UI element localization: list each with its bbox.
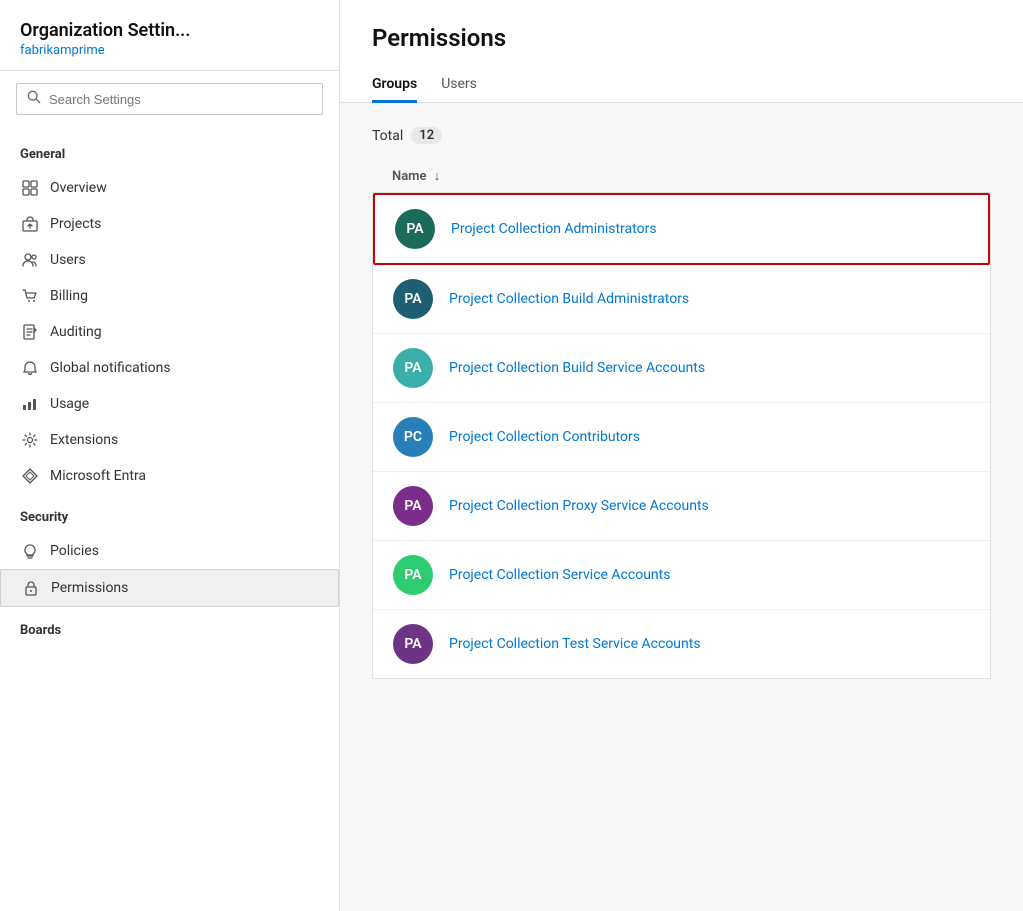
sidebar-item-overview-label: Overview	[50, 180, 107, 196]
group-list: PA Project Collection Administrators PA Pro…	[372, 192, 991, 679]
group-name-label[interactable]: Project Collection Build Administrators	[449, 291, 689, 307]
gear-icon	[20, 430, 40, 450]
group-row[interactable]: PA Project Collection Build Administrator…	[373, 265, 990, 334]
avatar: PA	[393, 348, 433, 388]
group-name-label[interactable]: Project Collection Contributors	[449, 429, 640, 445]
avatar: PA	[393, 624, 433, 664]
sidebar-item-permissions-label: Permissions	[51, 580, 128, 596]
group-name-label[interactable]: Project Collection Build Service Account…	[449, 360, 705, 376]
total-count-badge: 12	[411, 127, 442, 144]
avatar: PA	[395, 209, 435, 249]
search-input[interactable]	[49, 92, 312, 107]
sidebar-item-billing-label: Billing	[50, 288, 88, 304]
sidebar-item-usage-label: Usage	[50, 396, 89, 412]
total-label: Total	[372, 128, 403, 144]
tabs-bar: Groups Users	[372, 68, 991, 102]
sidebar-item-overview[interactable]: Overview	[0, 170, 339, 206]
sidebar-item-permissions[interactable]: Permissions	[0, 569, 339, 607]
avatar: PA	[393, 486, 433, 526]
group-name-label[interactable]: Project Collection Administrators	[451, 221, 657, 237]
avatar: PC	[393, 417, 433, 457]
sidebar-item-users[interactable]: Users	[0, 242, 339, 278]
section-security-label: Security	[0, 494, 339, 533]
sidebar-item-billing[interactable]: Billing	[0, 278, 339, 314]
section-general-label: General	[0, 131, 339, 170]
search-icon	[27, 90, 41, 108]
search-box[interactable]	[16, 83, 323, 115]
sidebar-item-usage[interactable]: Usage	[0, 386, 339, 422]
main-body: Total 12 Name ↓ PA Project Collection Adm…	[340, 103, 1023, 911]
column-name-label: Name ↓	[392, 168, 440, 184]
total-bar: Total 12	[372, 127, 991, 144]
group-row[interactable]: PA Project Collection Test Service Accoun…	[373, 610, 990, 678]
group-name-label[interactable]: Project Collection Service Accounts	[449, 567, 670, 583]
bulb-icon	[20, 541, 40, 561]
org-subtitle: fabrikamprime	[20, 43, 319, 58]
group-row[interactable]: PC Project Collection Contributors	[373, 403, 990, 472]
sidebar: Organization Settin... fabrikamprime Gen…	[0, 0, 340, 911]
chart-icon	[20, 394, 40, 414]
bell-icon	[20, 358, 40, 378]
lock-icon	[21, 578, 41, 598]
sidebar-item-projects-label: Projects	[50, 216, 101, 232]
main-header: Permissions Groups Users	[340, 0, 1023, 103]
tab-users[interactable]: Users	[441, 68, 477, 103]
page-title: Permissions	[372, 24, 991, 52]
sidebar-item-global-notifications-label: Global notifications	[50, 360, 171, 376]
sidebar-item-auditing-label: Auditing	[50, 324, 102, 340]
sidebar-item-policies-label: Policies	[50, 543, 99, 559]
group-name-label[interactable]: Project Collection Test Service Accounts	[449, 636, 701, 652]
doc-icon	[20, 322, 40, 342]
sidebar-item-extensions-label: Extensions	[50, 432, 118, 448]
sidebar-item-microsoft-entra-label: Microsoft Entra	[50, 468, 146, 484]
group-row[interactable]: PA Project Collection Administrators	[373, 193, 990, 265]
sort-arrow-icon: ↓	[434, 169, 441, 184]
group-row[interactable]: PA Project Collection Service Accounts	[373, 541, 990, 610]
section-boards-label: Boards	[0, 607, 339, 646]
sidebar-item-extensions[interactable]: Extensions	[0, 422, 339, 458]
avatar: PA	[393, 555, 433, 595]
sidebar-item-users-label: Users	[50, 252, 86, 268]
table-header: Name ↓	[372, 160, 991, 192]
org-title: Organization Settin...	[20, 20, 319, 41]
sidebar-header: Organization Settin... fabrikamprime	[0, 0, 339, 71]
grid-icon	[20, 178, 40, 198]
group-row[interactable]: PA Project Collection Proxy Service Accou…	[373, 472, 990, 541]
group-row[interactable]: PA Project Collection Build Service Accou…	[373, 334, 990, 403]
group-name-label[interactable]: Project Collection Proxy Service Account…	[449, 498, 709, 514]
sidebar-item-policies[interactable]: Policies	[0, 533, 339, 569]
upload-box-icon	[20, 214, 40, 234]
main-content: Permissions Groups Users Total 12 Name ↓…	[340, 0, 1023, 911]
tab-groups[interactable]: Groups	[372, 68, 417, 103]
sidebar-item-auditing[interactable]: Auditing	[0, 314, 339, 350]
diamond-icon	[20, 466, 40, 486]
sidebar-item-microsoft-entra[interactable]: Microsoft Entra	[0, 458, 339, 494]
cart-icon	[20, 286, 40, 306]
sidebar-item-projects[interactable]: Projects	[0, 206, 339, 242]
users-icon	[20, 250, 40, 270]
avatar: PA	[393, 279, 433, 319]
sidebar-item-global-notifications[interactable]: Global notifications	[0, 350, 339, 386]
